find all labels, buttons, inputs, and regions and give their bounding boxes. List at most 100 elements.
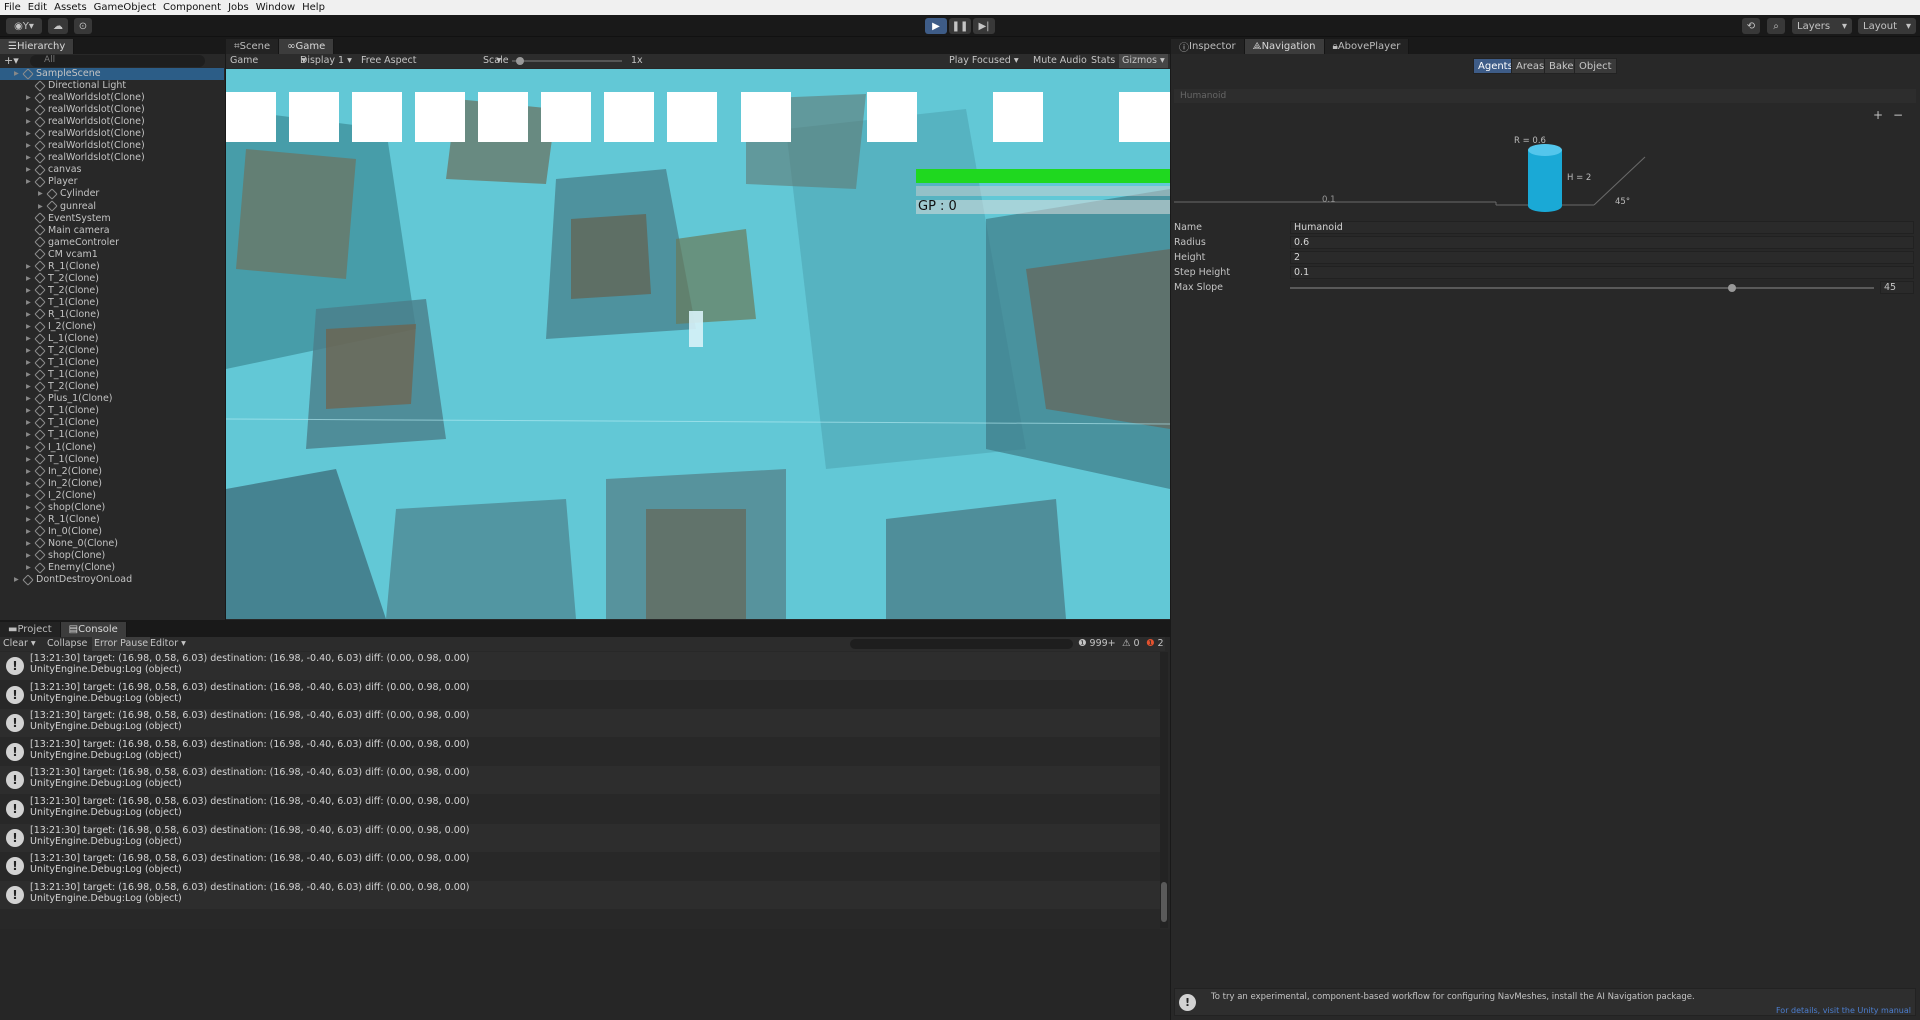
expand-arrow-icon[interactable]: ▸: [26, 490, 31, 502]
expand-arrow-icon[interactable]: ▸: [26, 454, 31, 466]
console-log-entry[interactable]: ! [13:21:30] target: (16.98, 0.58, 6.03) …: [0, 709, 1160, 738]
expand-arrow-icon[interactable]: ▸: [26, 345, 31, 357]
hierarchy-item[interactable]: ▸ R_1(Clone): [0, 260, 224, 273]
hierarchy-item[interactable]: CM vcam1: [0, 248, 224, 261]
hierarchy-item[interactable]: ▸ T_1(Clone): [0, 356, 224, 369]
console-log-entry[interactable]: ! [13:21:30] target: (16.98, 0.58, 6.03) …: [0, 852, 1160, 881]
menu-item-window[interactable]: Window: [256, 2, 295, 13]
expand-arrow-icon[interactable]: ▸: [26, 333, 31, 345]
hierarchy-item[interactable]: Main camera: [0, 224, 224, 237]
expand-arrow-icon[interactable]: ▸: [26, 357, 31, 369]
expand-arrow-icon[interactable]: ▸: [26, 429, 31, 441]
error-pause-toggle[interactable]: Error Pause: [92, 637, 151, 651]
aspect-dropdown[interactable]: Free Aspect ▾: [361, 54, 501, 68]
expand-arrow-icon[interactable]: ▸: [26, 393, 31, 405]
console-log-entry[interactable]: ! [13:21:30] target: (16.98, 0.58, 6.03) …: [0, 680, 1160, 709]
expand-arrow-icon[interactable]: ▸: [26, 478, 31, 490]
hierarchy-item[interactable]: ▸ I_1(Clone): [0, 441, 224, 454]
scale-slider-handle[interactable]: [516, 57, 524, 65]
max-slope-slider[interactable]: [1290, 287, 1874, 289]
hierarchy-item[interactable]: EventSystem: [0, 212, 224, 225]
expand-arrow-icon[interactable]: ▸: [26, 466, 31, 478]
console-scrollbar-thumb[interactable]: [1161, 882, 1167, 922]
menu-item-edit[interactable]: Edit: [28, 2, 47, 13]
collapse-toggle[interactable]: Collapse: [47, 637, 87, 651]
tab-hierarchy[interactable]: ☰ Hierarchy: [0, 39, 75, 54]
hierarchy-item[interactable]: ▸ Cylinder: [0, 188, 224, 200]
inventory-slot[interactable]: [993, 92, 1043, 142]
editor-dropdown[interactable]: Editor ▾: [150, 637, 186, 651]
menu-item-component[interactable]: Component: [163, 2, 221, 13]
add-object-button[interactable]: +▾: [4, 54, 24, 68]
hierarchy-item[interactable]: ▸ Player: [0, 176, 224, 188]
tab-game[interactable]: ∞ Game: [279, 39, 335, 54]
height-input[interactable]: 2: [1290, 251, 1914, 264]
hierarchy-item[interactable]: ▸ T_2(Clone): [0, 272, 224, 285]
expand-arrow-icon[interactable]: ▸: [26, 273, 31, 285]
hierarchy-item[interactable]: ▸ T_2(Clone): [0, 284, 224, 297]
history-icon[interactable]: ⟲: [1742, 18, 1760, 34]
hierarchy-item[interactable]: ▸ realWorldslot(Clone): [0, 140, 224, 152]
hierarchy-item[interactable]: ▸ I_2(Clone): [0, 489, 224, 502]
expand-arrow-icon[interactable]: ▸: [26, 297, 31, 309]
hierarchy-item[interactable]: ▸ In_2(Clone): [0, 477, 224, 490]
cloud-icon[interactable]: ☁: [48, 18, 68, 34]
expand-arrow-icon[interactable]: ▸: [26, 261, 31, 273]
scale-slider[interactable]: [512, 60, 622, 62]
inventory-slot[interactable]: [667, 92, 717, 142]
hierarchy-item[interactable]: ▸ Enemy(Clone): [0, 561, 224, 574]
expand-arrow-icon[interactable]: ▸: [26, 285, 31, 297]
unity-manual-link[interactable]: For details, visit the Unity manual: [1776, 1006, 1911, 1015]
play-focused-dropdown[interactable]: Play Focused ▾: [949, 54, 1019, 68]
tab-scene[interactable]: ⌗ Scene: [226, 39, 280, 54]
tab-console[interactable]: ▤ Console: [60, 622, 127, 637]
hierarchy-item[interactable]: ▸ gunreal: [0, 200, 224, 213]
expand-arrow-icon[interactable]: ▸: [26, 321, 31, 333]
log-count-toggle[interactable]: ❶ 999+: [1078, 637, 1116, 651]
pause-button[interactable]: ❚❚: [949, 18, 971, 34]
add-agent-button[interactable]: +: [1873, 108, 1883, 122]
hierarchy-item[interactable]: ▸ canvas: [0, 164, 224, 176]
agent-type-header[interactable]: Humanoid: [1174, 89, 1916, 103]
step-button[interactable]: ▶|: [973, 18, 995, 34]
layers-dropdown[interactable]: Layers ▾: [1792, 18, 1852, 34]
hierarchy-item[interactable]: ▸ In_0(Clone): [0, 525, 224, 538]
hierarchy-item[interactable]: ▸ realWorldslot(Clone): [0, 115, 224, 128]
tab-inspector[interactable]: ⓘ Inspector: [1171, 39, 1245, 54]
expand-arrow-icon[interactable]: ▸: [26, 526, 31, 538]
hierarchy-search-input[interactable]: All: [30, 55, 205, 67]
hierarchy-item[interactable]: ▸ L_1(Clone): [0, 332, 224, 345]
inventory-slot[interactable]: [1119, 92, 1170, 142]
expand-arrow-icon[interactable]: ▸: [26, 176, 31, 188]
menu-item-jobs[interactable]: Jobs: [228, 2, 249, 13]
display-dropdown[interactable]: Display 1 ▾: [300, 54, 352, 68]
gizmos-toggle[interactable]: Gizmos ▾: [1119, 54, 1168, 68]
expand-arrow-icon[interactable]: ▸: [26, 104, 31, 116]
expand-arrow-icon[interactable]: ▸: [38, 188, 43, 200]
expand-arrow-icon[interactable]: ▸: [26, 442, 31, 454]
hierarchy-item[interactable]: ▸ R_1(Clone): [0, 513, 224, 526]
name-input[interactable]: Humanoid: [1290, 221, 1914, 234]
inventory-slot[interactable]: [352, 92, 402, 142]
expand-arrow-icon[interactable]: ▸: [26, 562, 31, 574]
stats-toggle[interactable]: Stats: [1091, 54, 1115, 68]
max-slope-input[interactable]: 45: [1880, 281, 1914, 294]
hierarchy-item[interactable]: ▸ realWorldslot(Clone): [0, 91, 224, 104]
hierarchy-item[interactable]: ▸ T_1(Clone): [0, 417, 224, 429]
hierarchy-item[interactable]: ▸ T_2(Clone): [0, 381, 224, 393]
inventory-slot[interactable]: [741, 92, 791, 142]
layout-dropdown[interactable]: Layout ▾: [1858, 18, 1916, 34]
menu-item-gameobject[interactable]: GameObject: [94, 2, 156, 13]
play-button[interactable]: ▶: [925, 18, 947, 34]
error-count-toggle[interactable]: ❶ 2: [1146, 637, 1164, 651]
console-scrollbar[interactable]: [1160, 652, 1168, 928]
expand-arrow-icon[interactable]: ▸: [26, 381, 31, 393]
console-log-entry[interactable]: ! [13:21:30] target: (16.98, 0.58, 6.03) …: [0, 652, 1160, 680]
hierarchy-item[interactable]: ▸ I_2(Clone): [0, 320, 224, 333]
inventory-slot[interactable]: [867, 92, 917, 142]
hierarchy-item[interactable]: ▸ realWorldslot(Clone): [0, 128, 224, 140]
expand-arrow-icon[interactable]: ▸: [26, 417, 31, 429]
hierarchy-item[interactable]: ▸ realWorldslot(Clone): [0, 152, 224, 164]
expand-arrow-icon[interactable]: ▸: [26, 116, 31, 128]
hierarchy-item[interactable]: ▸ T_1(Clone): [0, 453, 224, 466]
